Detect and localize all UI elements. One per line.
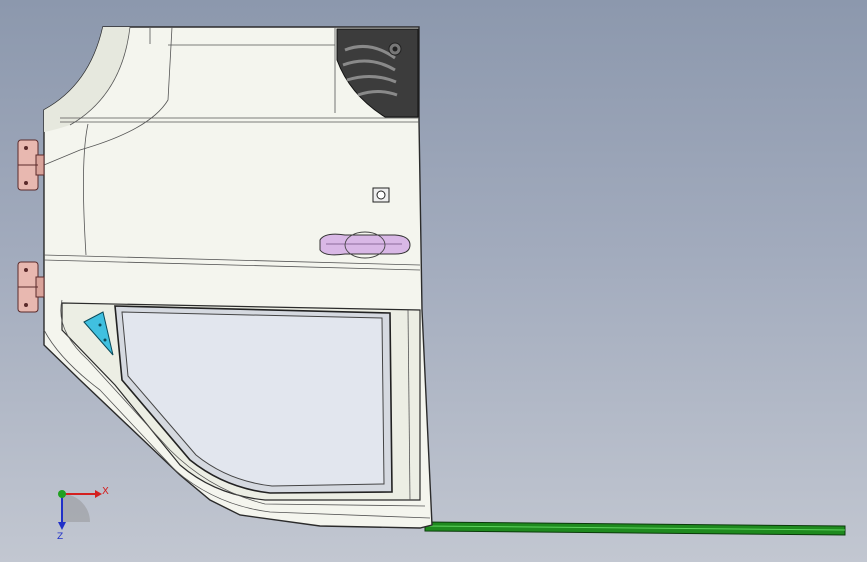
triad-graphic <box>58 490 102 530</box>
lock-icon <box>372 187 390 203</box>
door-rail <box>424 521 846 536</box>
cad-viewport[interactable]: X Z <box>0 0 867 562</box>
door-model[interactable] <box>0 0 867 562</box>
x-axis-label: X <box>102 486 109 497</box>
window-glass <box>121 311 385 487</box>
door-handle[interactable] <box>319 231 411 259</box>
coordinate-triad: X Z <box>40 482 110 542</box>
upper-hinge <box>17 139 45 191</box>
z-axis-label: Z <box>57 532 64 542</box>
lower-hinge <box>17 261 45 313</box>
